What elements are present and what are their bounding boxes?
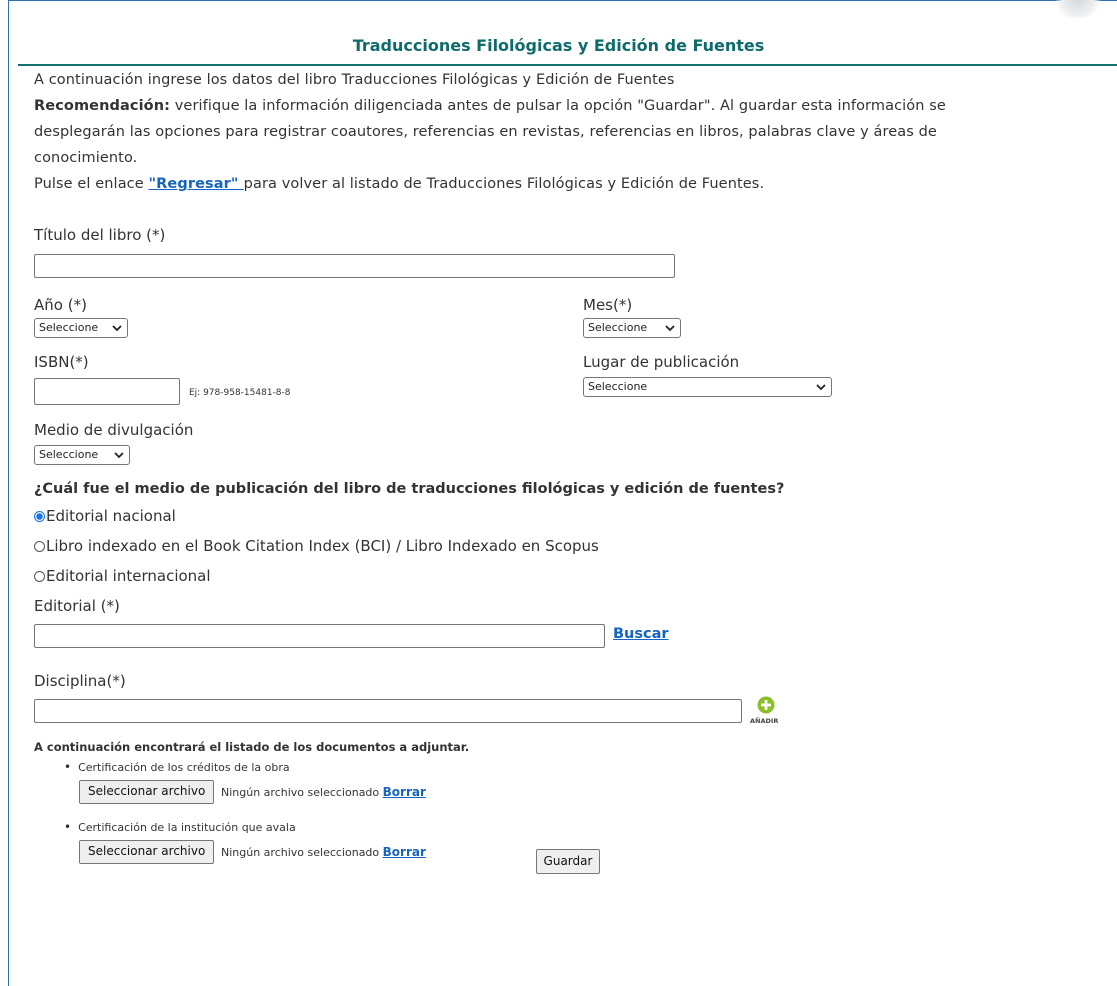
titulo-label: Título del libro (*): [34, 226, 166, 244]
radio-button[interactable]: [34, 541, 45, 552]
recommendation-line-2: desplegarán las opciones para registrar …: [34, 124, 937, 140]
radio-button[interactable]: [34, 571, 45, 582]
add-disciplina-button[interactable]: AÑADIR: [750, 696, 790, 732]
radio-label: Editorial internacional: [46, 567, 211, 585]
attachments-heading: A continuación encontrará el listado de …: [34, 740, 470, 754]
back-instruction: Pulse el enlace "Regresar" para volver a…: [34, 176, 764, 192]
lugar-select[interactable]: Seleccione: [583, 377, 832, 397]
file-status-text: Ningún archivo seleccionado: [221, 786, 380, 799]
recommendation-line-1: Recomendación: verifique la información …: [34, 98, 946, 114]
recommendation-label: Recomendación:: [34, 98, 171, 114]
attachment-title: Certificación de los créditos de la obra: [78, 761, 290, 774]
title-divider: [18, 64, 1117, 66]
mes-label: Mes(*): [583, 296, 633, 314]
chevron-down-icon: [114, 452, 124, 459]
intro-text: A continuación ingrese los datos del lib…: [34, 72, 675, 88]
recommendation-text-1: verifique la información diligenciada an…: [170, 98, 946, 114]
delete-file-link[interactable]: Borrar: [383, 785, 426, 799]
medio-select[interactable]: Seleccione: [34, 445, 130, 465]
save-button[interactable]: Guardar: [536, 849, 600, 874]
disciplina-label: Disciplina(*): [34, 672, 126, 690]
chevron-down-icon: [816, 384, 826, 391]
radio-label: Libro indexado en el Book Citation Index…: [46, 537, 599, 555]
mes-select-value: Seleccione: [588, 321, 648, 334]
buscar-link[interactable]: Buscar: [613, 626, 669, 642]
radio-editorial-internacional[interactable]: Editorial internacional: [34, 567, 211, 585]
editorial-input[interactable]: [34, 624, 605, 648]
medio-label: Medio de divulgación: [34, 421, 194, 439]
bullet: •: [64, 760, 72, 774]
anio-select[interactable]: Seleccione: [34, 318, 128, 338]
add-label: AÑADIR: [750, 717, 779, 725]
editorial-label: Editorial (*): [34, 597, 120, 615]
lugar-label: Lugar de publicación: [583, 353, 740, 371]
mes-select[interactable]: Seleccione: [583, 318, 681, 338]
bullet: •: [64, 820, 72, 834]
titulo-input[interactable]: [34, 254, 675, 278]
back-prefix: Pulse el enlace: [34, 176, 149, 192]
select-file-button[interactable]: Seleccionar archivo: [79, 840, 215, 864]
chevron-down-icon: [665, 325, 675, 332]
attachment-item: • Certificación de los créditos de la ob…: [64, 760, 290, 774]
plus-circle-icon: [757, 696, 775, 714]
radio-label: Editorial nacional: [46, 507, 176, 525]
isbn-input[interactable]: [34, 378, 180, 405]
publication-question: ¿Cuál fue el medio de publicación del li…: [34, 481, 785, 497]
isbn-hint: Ej: 978-958-15481-8-8: [189, 388, 291, 398]
delete-file-link[interactable]: Borrar: [383, 845, 426, 859]
disciplina-input[interactable]: [34, 699, 742, 723]
recommendation-line-3: conocimiento.: [34, 150, 138, 166]
medio-select-value: Seleccione: [39, 448, 99, 461]
file-status-text: Ningún archivo seleccionado: [221, 846, 380, 859]
select-file-button[interactable]: Seleccionar archivo: [79, 780, 215, 804]
anio-label: Año (*): [34, 296, 87, 314]
isbn-label: ISBN(*): [34, 353, 89, 371]
page-title: Traducciones Filológicas y Edición de Fu…: [352, 36, 765, 55]
attachment-title: Certificación de la institución que aval…: [78, 821, 296, 834]
radio-editorial-nacional[interactable]: Editorial nacional: [34, 507, 176, 525]
lugar-select-value: Seleccione: [588, 380, 648, 393]
radio-button-checked[interactable]: [34, 511, 45, 522]
file-status: Ningún archivo seleccionado Borrar: [221, 845, 426, 859]
attachment-item: • Certificación de la institución que av…: [64, 820, 296, 834]
radio-bci-scopus[interactable]: Libro indexado en el Book Citation Index…: [34, 537, 599, 555]
back-link[interactable]: "Regresar": [148, 176, 243, 192]
anio-select-value: Seleccione: [39, 321, 99, 334]
back-suffix: para volver al listado de Traducciones F…: [243, 176, 765, 192]
file-status: Ningún archivo seleccionado Borrar: [221, 785, 426, 799]
chevron-down-icon: [112, 325, 122, 332]
